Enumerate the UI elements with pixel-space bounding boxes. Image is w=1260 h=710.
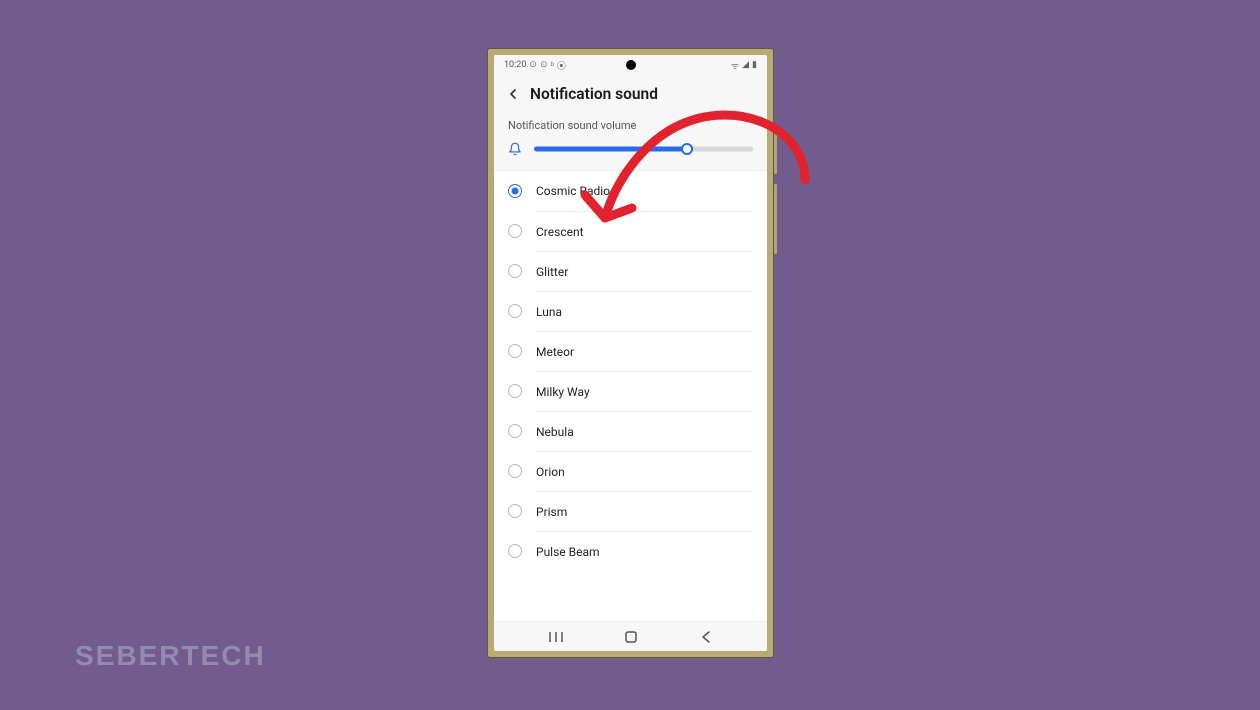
bell-icon: [508, 142, 522, 156]
sound-label-wrap: Cosmic Radio: [536, 171, 753, 211]
battery-icon: ▮: [752, 60, 757, 70]
status-icon: ⊙: [529, 60, 537, 70]
sound-label-wrap: Milky Way: [536, 371, 753, 411]
radio-button[interactable]: [508, 424, 522, 438]
status-time: 10:20: [504, 60, 526, 70]
sound-label-wrap: Glitter: [536, 251, 753, 291]
chevron-left-icon: [701, 631, 711, 643]
radio-button[interactable]: [508, 504, 522, 518]
watermark-text: SEBERTECH: [75, 640, 266, 672]
page-header: Notification sound: [494, 75, 767, 113]
sound-label: Milky Way: [536, 385, 590, 399]
status-icon: ᵇ: [551, 60, 554, 71]
slider-fill: [534, 147, 687, 152]
volume-slider[interactable]: [534, 143, 753, 155]
phone-screen: 10:20 ⊙ ⊙ ᵇ ⦿ ᯤ ◢ ▮ Notification sound N…: [494, 55, 767, 651]
radio-button[interactable]: [508, 184, 522, 198]
sound-label: Pulse Beam: [536, 545, 600, 559]
sound-label: Crescent: [536, 225, 584, 239]
sound-item[interactable]: Cosmic Radio: [508, 171, 753, 211]
sound-item[interactable]: Meteor: [508, 331, 753, 371]
nav-back-button[interactable]: [686, 627, 726, 647]
sound-label: Orion: [536, 465, 565, 479]
home-icon: [625, 631, 637, 643]
recents-button[interactable]: [536, 627, 576, 647]
status-left: 10:20 ⊙ ⊙ ᵇ ⦿: [504, 59, 566, 72]
sound-item[interactable]: Nebula: [508, 411, 753, 451]
sound-item[interactable]: Luna: [508, 291, 753, 331]
radio-button[interactable]: [508, 384, 522, 398]
chevron-left-icon: [505, 86, 521, 102]
sound-label-wrap: Crescent: [536, 211, 753, 251]
sound-label-wrap: Orion: [536, 451, 753, 491]
sound-label: Meteor: [536, 345, 574, 359]
slider-thumb[interactable]: [681, 143, 693, 155]
volume-label: Notification sound volume: [508, 119, 753, 132]
page-title: Notification sound: [530, 85, 658, 103]
sound-item[interactable]: Prism: [508, 491, 753, 531]
sound-label: Cosmic Radio: [536, 184, 610, 198]
radio-button[interactable]: [508, 464, 522, 478]
status-bar: 10:20 ⊙ ⊙ ᵇ ⦿ ᯤ ◢ ▮: [494, 55, 767, 75]
home-button[interactable]: [611, 627, 651, 647]
radio-button[interactable]: [508, 224, 522, 238]
radio-button[interactable]: [508, 544, 522, 558]
sound-label: Luna: [536, 305, 562, 319]
sound-item[interactable]: Milky Way: [508, 371, 753, 411]
sound-item[interactable]: Pulse Beam: [508, 531, 753, 571]
volume-row: [508, 142, 753, 156]
phone-frame: 10:20 ⊙ ⊙ ᵇ ⦿ ᯤ ◢ ▮ Notification sound N…: [487, 48, 774, 658]
sound-item[interactable]: Glitter: [508, 251, 753, 291]
sound-label-wrap: Nebula: [536, 411, 753, 451]
sound-label: Prism: [536, 505, 567, 519]
status-right: ᯤ ◢ ▮: [731, 59, 757, 72]
camera-cutout: [626, 60, 636, 70]
volume-section: Notification sound volume: [494, 113, 767, 170]
navigation-bar: [494, 621, 767, 651]
phone-side-button: [774, 184, 777, 254]
signal-icon: ◢: [742, 60, 749, 70]
sound-item[interactable]: Crescent: [508, 211, 753, 251]
status-icon: ⦿: [557, 59, 566, 72]
sound-label-wrap: Luna: [536, 291, 753, 331]
sound-item[interactable]: Orion: [508, 451, 753, 491]
radio-button[interactable]: [508, 304, 522, 318]
sound-label-wrap: Meteor: [536, 331, 753, 371]
wifi-icon: ᯤ: [731, 59, 739, 72]
sound-label-wrap: Prism: [536, 491, 753, 531]
phone-side-button: [774, 129, 777, 174]
back-button[interactable]: [504, 85, 522, 103]
radio-button[interactable]: [508, 344, 522, 358]
recents-icon: [549, 631, 563, 643]
sound-list: Cosmic Radio Crescent Glitter Luna Meteor Mil…: [494, 170, 767, 621]
radio-button[interactable]: [508, 264, 522, 278]
sound-label: Nebula: [536, 425, 574, 439]
sound-label: Glitter: [536, 265, 568, 279]
status-icon: ⊙: [540, 60, 548, 70]
sound-label-wrap: Pulse Beam: [536, 531, 753, 571]
